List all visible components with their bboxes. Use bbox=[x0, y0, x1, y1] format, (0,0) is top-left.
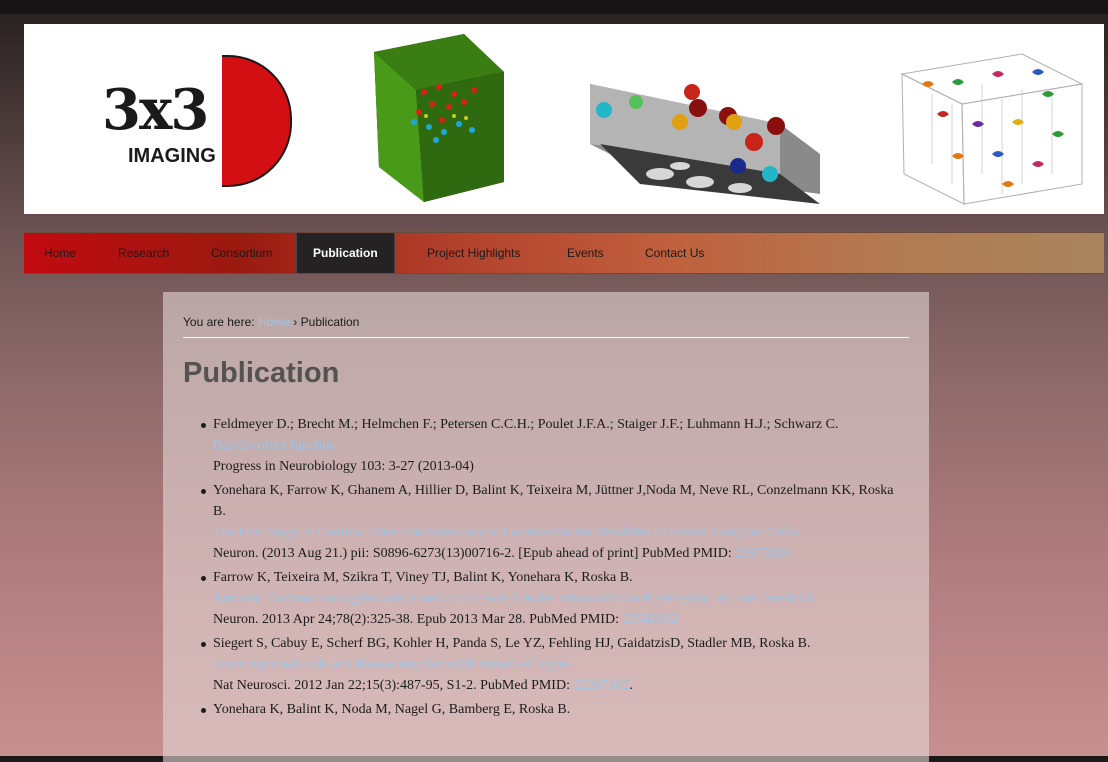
publication-authors: Farrow K, Teixeira M, Szikra T, Viney TJ… bbox=[213, 570, 633, 585]
publication-citation: Neuron. 2013 Apr 24;78(2):325-38. Epub 2… bbox=[213, 609, 909, 630]
publication-item: Feldmeyer D.; Brecht M.; Helmchen F.; Pe… bbox=[201, 414, 909, 477]
breadcrumb-separator: › bbox=[289, 315, 301, 329]
publication-citation: Progress in Neurobiology 103: 3-27 (2013… bbox=[213, 459, 474, 474]
breadcrumb-home-link[interactable]: Home bbox=[258, 315, 290, 329]
publication-list: Feldmeyer D.; Brecht M.; Helmchen F.; Pe… bbox=[201, 414, 909, 723]
publication-authors: Siegert S, Cabuy E, Scherf BG, Kohler H,… bbox=[213, 636, 811, 651]
citation-text: Neuron. 2013 Apr 24;78(2):325-38. Epub 2… bbox=[213, 612, 623, 627]
pubmed-id-link[interactable]: 23973208 bbox=[735, 546, 791, 561]
publication-item: Siegert S, Cabuy E, Scherf BG, Kohler H,… bbox=[201, 633, 909, 696]
publication-citation: Nat Neurosci. 2012 Jan 22;15(3):487-95, … bbox=[213, 675, 909, 696]
publication-title-link[interactable]: Barrel cortex function bbox=[213, 435, 909, 456]
logo-subtext: IMAGING bbox=[128, 145, 216, 167]
publication-authors: Yonehara K, Balint K, Noda M, Nagel G, B… bbox=[213, 702, 571, 717]
publication-title-link[interactable]: The First Stage of Cardinal Direction Se… bbox=[213, 522, 909, 543]
page-title: Publication bbox=[183, 357, 340, 389]
nav-project-highlights[interactable]: Project Highlights bbox=[427, 233, 520, 273]
citation-text: Neuron. (2013 Aug 21.) pii: S0896-6273(1… bbox=[213, 546, 736, 561]
nav-consortium[interactable]: Consortium bbox=[211, 233, 272, 273]
nav-publication[interactable]: Publication bbox=[296, 233, 395, 273]
nav-research[interactable]: Research bbox=[118, 233, 169, 273]
pubmed-id-link[interactable]: 22267162 bbox=[573, 678, 629, 693]
logo-d-shape bbox=[222, 55, 292, 187]
main-content: You are here: Home › Publication Publica… bbox=[163, 292, 929, 762]
nav-contact-us[interactable]: Contact Us bbox=[645, 233, 704, 273]
publication-title-link[interactable]: Transcriptional code and disease map for… bbox=[213, 654, 909, 675]
breadcrumb-current: Publication bbox=[300, 315, 360, 329]
nav-home[interactable]: Home bbox=[44, 233, 76, 273]
publication-title-link[interactable]: Ambient illumination toggles a neuronal … bbox=[213, 588, 909, 609]
hero-image-tissue-cube bbox=[374, 34, 504, 202]
hero-image-wireframe bbox=[900, 53, 1084, 205]
publication-item: Yonehara K, Balint K, Noda M, Nagel G, B… bbox=[201, 699, 909, 720]
logo-text: 3x3 bbox=[102, 77, 209, 143]
pubmed-id-link[interactable]: 23541902 bbox=[622, 612, 678, 627]
citation-text: Nat Neurosci. 2012 Jan 22;15(3):487-95, … bbox=[213, 678, 574, 693]
hero-image-spheres bbox=[590, 84, 820, 204]
publication-item: Farrow K, Teixeira M, Szikra T, Viney TJ… bbox=[201, 567, 909, 630]
breadcrumb: You are here: Home › Publication bbox=[183, 315, 359, 329]
main-nav: Home Research Consortium Publication Pro… bbox=[24, 232, 1104, 274]
publication-item: Yonehara K, Farrow K, Ghanem A, Hillier … bbox=[201, 480, 909, 564]
citation-suffix: . bbox=[629, 678, 633, 693]
publication-authors: Yonehara K, Farrow K, Ghanem A, Hillier … bbox=[213, 483, 894, 519]
breadcrumb-prefix: You are here: bbox=[183, 315, 258, 329]
top-bar bbox=[0, 0, 1108, 14]
site-logo[interactable]: 3x3 IMAGING bbox=[74, 49, 304, 199]
nav-events[interactable]: Events bbox=[567, 233, 604, 273]
breadcrumb-divider bbox=[183, 337, 909, 338]
publication-authors: Feldmeyer D.; Brecht M.; Helmchen F.; Pe… bbox=[213, 417, 839, 432]
header-banner: 3x3 IMAGING bbox=[24, 24, 1104, 214]
publication-citation: Neuron. (2013 Aug 21.) pii: S0896-6273(1… bbox=[213, 543, 909, 564]
